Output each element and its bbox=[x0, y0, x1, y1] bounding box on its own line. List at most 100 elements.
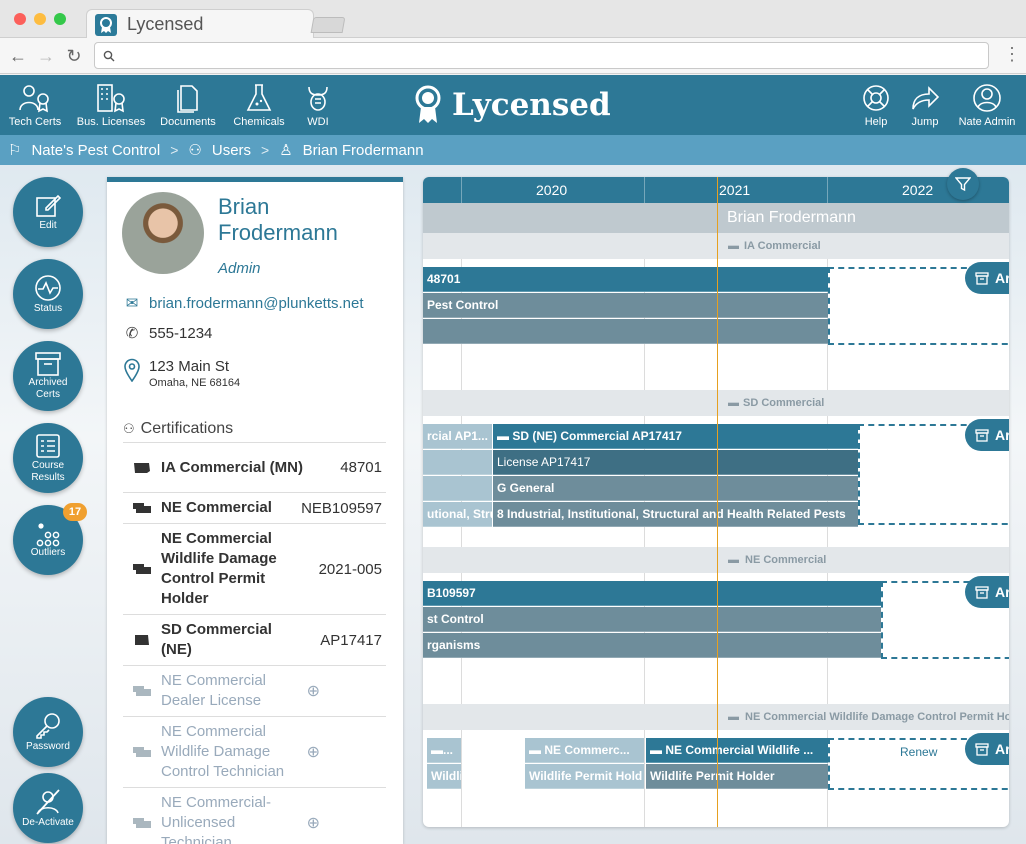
archive-button[interactable]: Ar bbox=[965, 576, 1009, 608]
timeline-bar[interactable]: Wildlife Permit Holder bbox=[646, 764, 828, 789]
add-cert-icon[interactable]: ⊕ bbox=[307, 681, 386, 701]
profile-panel: Brian Frodermann Admin ✉ brian.froderman… bbox=[107, 177, 403, 844]
back-arrow-icon[interactable]: ← bbox=[8, 46, 28, 67]
nav-bus-licenses[interactable]: Bus. Licenses bbox=[76, 75, 146, 135]
email-link[interactable]: brian.frodermann@plunketts.net bbox=[149, 295, 364, 312]
status-button[interactable]: Status bbox=[13, 259, 83, 329]
browser-tab[interactable]: Lycensed bbox=[86, 9, 314, 39]
cert-name: NE Commercial Dealer License bbox=[161, 672, 267, 709]
timeline-bar[interactable]: utional, Stru bbox=[423, 502, 492, 527]
timeline-bar[interactable] bbox=[423, 450, 492, 475]
archive-button[interactable]: Ar bbox=[965, 733, 1009, 765]
nav-wdi[interactable]: WDI bbox=[298, 75, 338, 135]
cert-row[interactable]: IA Commercial (MN) 48701 bbox=[123, 442, 386, 492]
password-button[interactable]: Password bbox=[13, 697, 83, 767]
nav-documents[interactable]: Documents bbox=[158, 75, 218, 135]
timeline-bar[interactable] bbox=[423, 476, 492, 501]
flag-icon: ⚐ bbox=[8, 142, 22, 159]
user-first-name: Brian bbox=[218, 194, 270, 219]
breadcrumb-users[interactable]: Users bbox=[212, 142, 251, 159]
archive-label: Ar bbox=[995, 584, 1009, 600]
cert-row[interactable]: NE Commercial Wildlife Damage Control Pe… bbox=[123, 523, 386, 614]
close-window-button[interactable] bbox=[14, 13, 26, 25]
wdi-icon bbox=[308, 86, 328, 111]
tab-title: Lycensed bbox=[127, 14, 204, 34]
timeline-bar[interactable]: ▬ NE Commerc... bbox=[525, 738, 644, 763]
nav-tech-certs[interactable]: Tech Certs bbox=[6, 75, 64, 135]
breadcrumb-company[interactable]: Nate's Pest Control bbox=[31, 142, 160, 159]
course-results-icon bbox=[36, 434, 60, 458]
brand-logo[interactable]: Lycensed bbox=[414, 85, 611, 125]
timeline-bar[interactable]: rcial AP1... bbox=[423, 424, 492, 449]
minimize-window-button[interactable] bbox=[34, 13, 46, 25]
cert-row[interactable]: NE Commercial NEB109597 bbox=[123, 492, 386, 523]
nav-chemicals[interactable]: Chemicals bbox=[230, 75, 288, 135]
timeline-bar[interactable]: ▬... bbox=[427, 738, 461, 763]
deactivate-button[interactable]: De-Activate bbox=[13, 773, 83, 843]
status-icon bbox=[35, 275, 61, 301]
lycensed-favicon-icon bbox=[95, 13, 117, 36]
nav-label: Jump bbox=[911, 116, 939, 128]
archive-button[interactable]: Ar bbox=[965, 419, 1009, 451]
nav-help[interactable]: Help bbox=[856, 75, 896, 135]
timeline-bar[interactable]: Wildli bbox=[427, 764, 461, 789]
timeline-bar[interactable]: ▬ NE Commercial Wildlife ... bbox=[646, 738, 828, 763]
ne-state-icon: ▬ bbox=[728, 711, 739, 723]
timeline-bar[interactable]: G General bbox=[493, 476, 858, 501]
deactivate-icon bbox=[36, 789, 60, 815]
key-icon bbox=[36, 713, 60, 739]
location-pin-icon bbox=[124, 358, 140, 382]
reload-icon[interactable]: ↻ bbox=[64, 46, 84, 67]
address-bar[interactable] bbox=[94, 42, 989, 69]
archived-certs-label: Archived Certs bbox=[28, 377, 68, 400]
timeline-bar[interactable]: B109597 bbox=[423, 581, 881, 606]
timeline-bar[interactable]: 8 Industrial, Institutional, Structural … bbox=[493, 502, 858, 527]
timeline-bar[interactable]: Pest Control bbox=[423, 293, 828, 318]
timeline-bar[interactable]: st Control bbox=[423, 607, 881, 632]
nav-user-menu[interactable]: Nate Admin bbox=[954, 75, 1020, 135]
timeline-bar[interactable]: 48701 bbox=[423, 267, 828, 292]
maximize-window-button[interactable] bbox=[54, 13, 66, 25]
outliers-button[interactable]: Outliers 17 bbox=[13, 503, 87, 575]
new-tab-button[interactable] bbox=[310, 17, 346, 33]
cert-number: 48701 bbox=[340, 459, 382, 476]
timeline-bar[interactable]: ▬ SD (NE) Commercial AP17417 bbox=[493, 424, 858, 449]
ribbon-award-icon bbox=[415, 85, 441, 123]
cert-name: NE Commercial Wildlife Damage Control Te… bbox=[161, 723, 285, 780]
year-divider bbox=[827, 177, 828, 203]
ne-state-icon: ▬ bbox=[650, 743, 666, 757]
nav-jump[interactable]: Jump bbox=[904, 75, 946, 135]
section-label: NE Commercial bbox=[745, 554, 827, 566]
year-label: 2020 bbox=[536, 182, 568, 198]
nav-label: Chemicals bbox=[233, 116, 285, 128]
forward-arrow-icon[interactable]: → bbox=[36, 46, 56, 67]
cert-row[interactable]: NE Commercial-Unlicensed Technician ⊕ bbox=[123, 787, 386, 844]
section-label: IA Commercial bbox=[744, 240, 821, 252]
ne-state-icon: ▬ bbox=[728, 554, 739, 566]
archived-certs-button[interactable]: Archived Certs bbox=[13, 341, 83, 411]
cert-row[interactable]: NE Commercial Dealer License ⊕ bbox=[123, 665, 386, 716]
cert-row[interactable]: SD Commercial (NE) AP17417 bbox=[123, 614, 386, 665]
envelope-icon: ✉ bbox=[125, 295, 139, 312]
add-cert-icon[interactable]: ⊕ bbox=[307, 742, 386, 762]
archive-button[interactable]: Ar bbox=[965, 262, 1009, 294]
kebab-menu-icon[interactable]: ⋮ bbox=[1003, 44, 1021, 65]
timeline-section-header: ▬ IA Commercial bbox=[423, 233, 1009, 259]
year-label: 2021 bbox=[719, 182, 751, 198]
filter-button[interactable] bbox=[947, 168, 979, 200]
section-label: SD Commercial bbox=[743, 397, 825, 409]
timeline-bar[interactable]: License AP17417 bbox=[493, 450, 858, 475]
ia-state-icon: ▬ bbox=[728, 240, 739, 252]
add-cert-icon[interactable]: ⊕ bbox=[307, 813, 386, 833]
breadcrumb: ⚐ Nate's Pest Control > ⚇ Users > ♙ Bria… bbox=[0, 135, 1026, 165]
timeline-bar[interactable] bbox=[423, 319, 828, 344]
state-map-icon bbox=[123, 635, 161, 645]
timeline-bar[interactable]: rganisms bbox=[423, 633, 881, 658]
renew-link[interactable]: Renew bbox=[900, 745, 937, 759]
cert-row[interactable]: NE Commercial Wildlife Damage Control Te… bbox=[123, 716, 386, 787]
edit-button[interactable]: Edit bbox=[13, 177, 83, 247]
archive-label: Ar bbox=[995, 270, 1009, 286]
user-circle-icon bbox=[973, 84, 1001, 112]
course-results-button[interactable]: Course Results bbox=[13, 423, 83, 493]
timeline-bar[interactable]: Wildlife Permit Hold bbox=[525, 764, 644, 789]
